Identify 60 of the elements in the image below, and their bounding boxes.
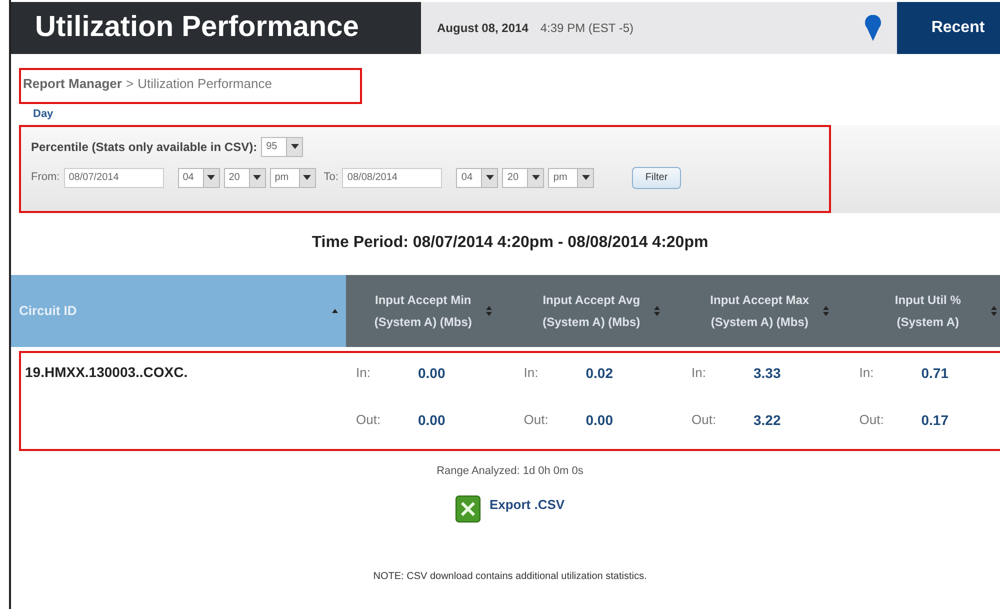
sort-icon [486,306,492,316]
spreadsheet-icon [455,495,482,523]
column-header[interactable]: Input Accept Min (System A) (Mbs) [346,274,514,346]
day-link[interactable]: Day [33,106,54,122]
metric-value: 0.00 [584,410,614,430]
recent-button[interactable]: Recent [897,2,1000,54]
out-label: Out: [692,410,718,428]
date-field[interactable]: 08/07/2014 [64,168,164,188]
out-label: Out: [524,410,550,428]
in-label: In: [524,364,540,382]
page-title: Utilization Performance [11,2,421,54]
metric-value: 0.71 [920,364,950,382]
note-text: NOTE: CSV download contains additional utilization statistics. [372,570,648,584]
metric-value: 3.22 [752,410,782,430]
metric-value: 0.00 [417,364,446,382]
dropdown[interactable]: 20 [224,168,266,188]
sort-icon [654,306,660,316]
metric-value: 0.00 [417,410,446,430]
range-analyzed-text: Range Analyzed: 1d 0h 0m 0s [436,464,584,478]
column-header[interactable]: Input Accept Max (System A) (Mbs) [682,274,851,346]
date-text: August 08, 2014 [437,20,528,37]
caret-icon [532,175,540,180]
in-label: In: [692,364,707,382]
breadcrumb-current: Utilization Performance [138,75,272,93]
out-label: Out: [356,410,382,428]
out-label: Out: [859,410,885,428]
metric-value: 0.17 [920,410,950,430]
breadcrumb-separator: > [126,75,134,93]
in-label: In: [859,364,875,382]
dropdown[interactable]: 95 [261,136,304,156]
caret-icon [582,175,590,180]
caret-icon [290,144,299,149]
column-header[interactable]: Input Accept Avg (System A) (Mbs) [514,274,682,346]
percentile-label: Percentile (Stats only available in CSV): [31,138,258,156]
sort-icon [822,306,829,316]
time-period-heading: Time Period: 08/07/2014 4:20pm - 08/08/2014 4:20pm [310,232,710,252]
dropdown[interactable]: 20 [502,168,544,188]
in-label: In: [356,364,372,382]
export-csv-link[interactable]: Export .CSV [489,495,565,514]
caret-icon [253,175,262,180]
dropdown[interactable]: 04 [178,168,220,188]
dropdown[interactable]: 04 [456,168,498,188]
metric-value: 0.02 [584,364,614,382]
range-label: To: [324,170,338,186]
sort-icon [990,306,997,316]
sort-arrow-icon [332,308,338,312]
dropdown[interactable]: pm [270,168,316,188]
range-label: From: [31,170,60,186]
caret-icon [486,175,494,180]
breadcrumb-link[interactable]: Report Manager [23,74,122,94]
filter-button[interactable]: Filter [632,166,681,188]
date-field[interactable]: 08/08/2014 [342,168,442,188]
time-text: 4:39 PM (EST -5) [540,20,634,37]
caret-icon [207,175,216,180]
circuit-id: 19.HMXX.130003..COXC. [25,364,188,380]
dropdown[interactable]: pm [548,168,594,188]
metric-value: 3.33 [752,364,782,382]
caret-icon [303,175,312,180]
location-pin-icon [865,15,881,41]
column-header[interactable]: Input Util % (System A) [850,274,1000,346]
